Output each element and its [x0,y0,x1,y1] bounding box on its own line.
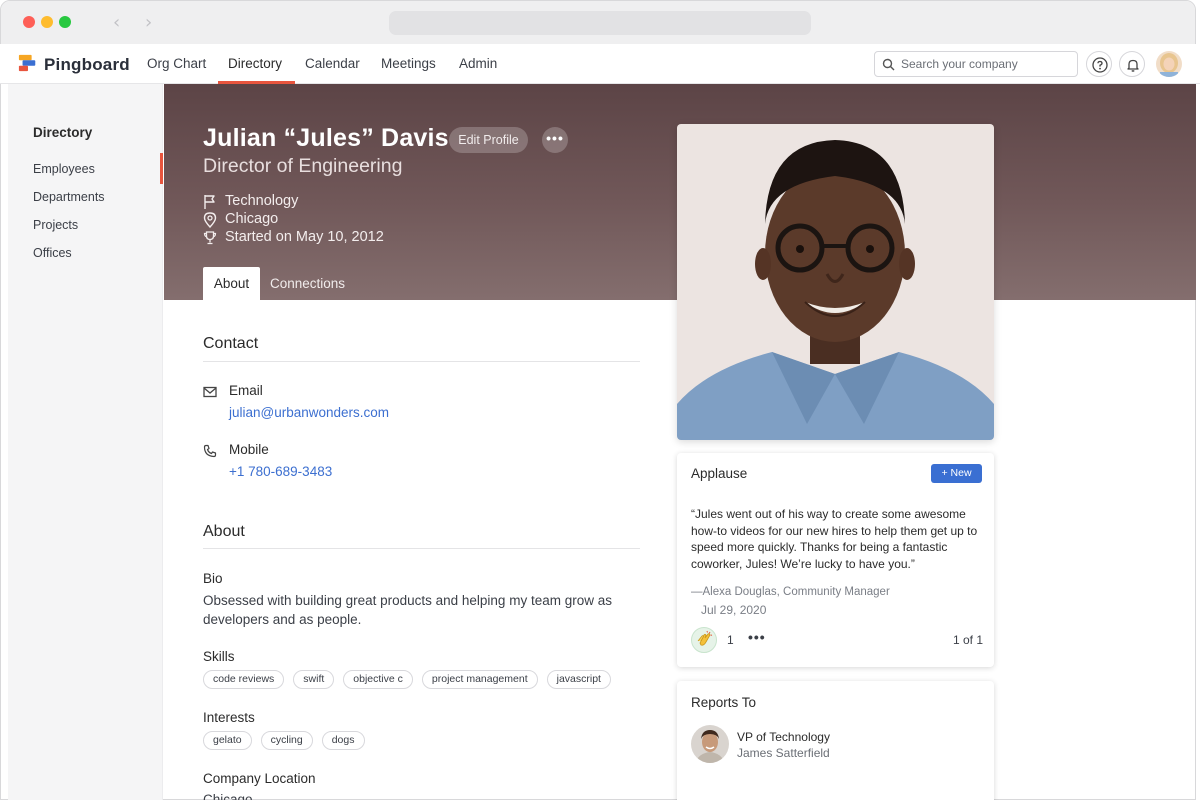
mobile-link[interactable]: +1 780-689-3483 [229,464,332,479]
about-divider [203,548,640,549]
bio-text: Obsessed with building great products an… [203,593,612,627]
interest-chip[interactable]: gelato [203,731,252,750]
skill-chip[interactable]: code reviews [203,670,285,689]
interest-chip[interactable]: dogs [321,731,365,750]
profile-photo [677,124,994,440]
applause-date: Jul 29, 2020 [701,603,767,617]
skill-chip[interactable]: project management [421,670,538,689]
location-pin-icon [203,212,217,228]
skill-chip[interactable]: objective c [343,670,413,689]
address-bar[interactable] [389,11,811,35]
help-icon [1092,57,1108,73]
clap-count: 1 [727,633,734,647]
profile-name: Julian “Jules” Davis [203,124,449,152]
interest-chip[interactable]: cycling [260,731,313,750]
manager-role[interactable]: VP of Technology [737,730,830,744]
about-heading: About [203,523,245,540]
applause-quote: “Jules went out of his way to create som… [691,507,978,571]
tab-connections[interactable]: Connections [270,267,345,300]
sidebar-title: Directory [33,125,93,140]
clap-button[interactable] [691,627,717,653]
skills-label: Skills [203,649,235,664]
sidebar-item-projects[interactable]: Projects [33,218,78,232]
profile-job-title: Director of Engineering [203,155,403,177]
forward-arrow-icon[interactable]: › [145,12,152,33]
applause-author[interactable]: —Alexa Douglas, Community Manager [691,586,890,598]
bio-label: Bio [203,571,223,586]
nav-org-chart[interactable]: Org Chart [147,56,206,71]
bell-icon [1127,59,1139,72]
nav-meetings[interactable]: Meetings [381,56,436,71]
tab-about[interactable]: About [203,267,260,300]
manager-avatar[interactable] [691,725,729,763]
email-link[interactable]: julian@urbanwonders.com [229,405,389,420]
interests-label: Interests [203,710,255,725]
nav-calendar[interactable]: Calendar [305,56,360,71]
applause-title: Applause [691,466,748,481]
search-icon [882,58,895,71]
close-window-button[interactable] [23,16,35,28]
applause-pager: 1 of 1 [953,633,984,647]
skills-list: code reviews swift objective c project m… [203,670,611,689]
brand-name[interactable]: Pingboard [44,55,130,75]
manager-name[interactable]: James Satterfield [737,746,830,760]
notifications-button[interactable] [1119,51,1145,77]
search-input[interactable] [901,56,1071,72]
flag-icon [204,195,215,209]
search-box[interactable] [874,51,1078,77]
skill-chip[interactable]: swift [293,670,335,689]
company-location-value: Chicago [203,792,253,800]
nav-directory[interactable]: Directory [228,56,282,71]
edit-profile-button[interactable]: Edit Profile [449,127,528,153]
sidebar-item-employees[interactable]: Employees [33,162,95,176]
email-label: Email [229,383,263,398]
applause-more-button[interactable]: ••• [748,629,766,645]
sidebar-item-offices[interactable]: Offices [33,246,72,260]
skill-chip[interactable]: javascript [546,670,611,689]
minimize-window-button[interactable] [41,16,53,28]
nav-admin[interactable]: Admin [459,56,497,71]
back-arrow-icon[interactable]: ‹ [113,12,120,33]
trophy-icon [203,231,217,245]
contact-divider [203,361,640,362]
help-button[interactable] [1086,51,1112,77]
browser-titlebar: ‹ › [1,1,1195,45]
user-avatar[interactable] [1156,51,1182,77]
active-sidebar-indicator [160,153,163,184]
reports-to-title: Reports To [691,695,757,710]
phone-icon [203,444,217,458]
envelope-icon [203,386,217,398]
new-applause-button[interactable]: + New [931,464,982,483]
pingboard-logo-icon [18,54,36,72]
clapping-hands-icon [697,630,713,646]
profile-location[interactable]: Chicago [225,211,278,227]
company-location-label: Company Location [203,771,316,786]
more-options-button[interactable]: ••• [542,127,568,153]
sidebar-item-departments[interactable]: Departments [33,190,105,204]
profile-department[interactable]: Technology [225,193,298,209]
mobile-label: Mobile [229,442,269,457]
maximize-window-button[interactable] [59,16,71,28]
profile-start-date: Started on May 10, 2012 [225,229,384,245]
interests-list: gelato cycling dogs [203,731,365,750]
contact-heading: Contact [203,335,259,352]
